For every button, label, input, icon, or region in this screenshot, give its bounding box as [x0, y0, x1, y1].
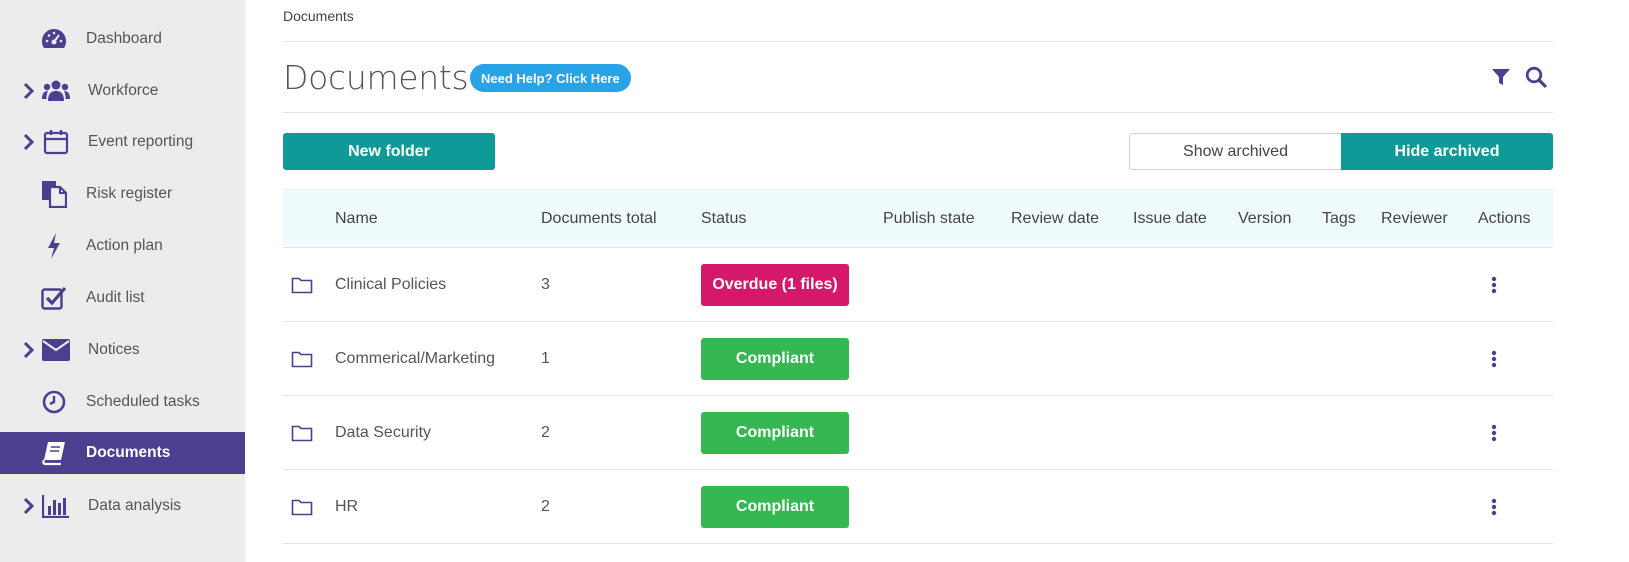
column-header-name[interactable]: Name	[335, 210, 378, 228]
archive-toggle: Show archived Hide archived	[1129, 133, 1553, 170]
chevron-right-icon[interactable]	[22, 82, 36, 100]
chevron-right-icon[interactable]	[22, 497, 36, 515]
column-header-actions: Actions	[1478, 209, 1531, 227]
table-row[interactable]: HR 2 Compliant	[283, 470, 1553, 544]
sidebar-item-label: Risk register	[86, 185, 173, 202]
row-name[interactable]: Data Security	[335, 424, 431, 442]
new-folder-button[interactable]: New folder	[283, 133, 495, 170]
table-row[interactable]: Commerical/Marketing 1 Compliant	[283, 322, 1553, 396]
filter-icon[interactable]	[1491, 67, 1511, 87]
show-archived-button[interactable]: Show archived	[1129, 133, 1341, 170]
book-icon	[40, 439, 68, 467]
sidebar-item-label: Data analysis	[88, 497, 182, 514]
sidebar-item-event-reporting[interactable]: Event reporting	[0, 120, 245, 164]
status-badge: Compliant	[701, 485, 849, 528]
column-header-reviewer[interactable]: Reviewer	[1381, 210, 1448, 228]
lightning-icon	[40, 232, 68, 260]
row-name[interactable]: Commerical/Marketing	[335, 350, 495, 368]
column-header-version[interactable]: Version	[1238, 210, 1291, 228]
users-icon	[42, 77, 70, 105]
clock-icon	[40, 388, 68, 416]
sidebar: Dashboard Workforce Event reporting Risk…	[0, 0, 245, 562]
folder-icon	[291, 276, 313, 294]
row-documents-total: 3	[541, 275, 550, 293]
files-icon	[40, 180, 68, 208]
status-badge: Compliant	[701, 411, 849, 454]
sidebar-item-label: Audit list	[86, 289, 145, 306]
search-icon[interactable]	[1525, 66, 1547, 88]
sidebar-item-label: Documents	[86, 444, 171, 461]
row-documents-total: 1	[541, 349, 550, 367]
sidebar-item-action-plan[interactable]: Action plan	[0, 224, 245, 268]
column-header-status[interactable]: Status	[701, 210, 746, 228]
sidebar-item-dashboard[interactable]: Dashboard	[0, 17, 245, 61]
more-actions-icon[interactable]	[1490, 498, 1498, 516]
documents-table: Name Documents total Status Publish stat…	[283, 189, 1553, 544]
sidebar-item-notices[interactable]: Notices	[0, 328, 245, 372]
sidebar-item-label: Action plan	[86, 237, 163, 254]
column-header-issue-date[interactable]: Issue date	[1133, 210, 1207, 228]
sidebar-item-scheduled-tasks[interactable]: Scheduled tasks	[0, 380, 245, 424]
more-actions-icon[interactable]	[1490, 276, 1498, 294]
more-actions-icon[interactable]	[1490, 350, 1498, 368]
sidebar-item-label: Event reporting	[88, 133, 194, 150]
chevron-right-icon[interactable]	[22, 133, 36, 151]
row-documents-total: 2	[541, 423, 550, 441]
envelope-icon	[42, 336, 70, 364]
sidebar-item-audit-list[interactable]: Audit list	[0, 276, 245, 320]
more-actions-icon[interactable]	[1490, 424, 1498, 442]
sidebar-item-risk-register[interactable]: Risk register	[0, 172, 245, 216]
status-badge: Compliant	[701, 337, 849, 380]
page-title: Documents	[283, 58, 469, 97]
table-row[interactable]: Data Security 2 Compliant	[283, 396, 1553, 470]
folder-icon	[291, 350, 313, 368]
folder-icon	[291, 498, 313, 516]
folder-icon	[291, 424, 313, 442]
chevron-right-icon[interactable]	[22, 341, 36, 359]
divider	[283, 112, 1553, 113]
hide-archived-button[interactable]: Hide archived	[1341, 133, 1553, 170]
help-button[interactable]: Need Help? Click Here	[470, 64, 631, 92]
row-name[interactable]: Clinical Policies	[335, 276, 446, 294]
sidebar-item-workforce[interactable]: Workforce	[0, 69, 245, 113]
divider	[283, 41, 1553, 42]
column-header-review-date[interactable]: Review date	[1011, 210, 1099, 228]
column-header-publish-state[interactable]: Publish state	[883, 210, 975, 228]
table-row[interactable]: Clinical Policies 3 Overdue (1 files)	[283, 248, 1553, 322]
column-header-tags[interactable]: Tags	[1322, 210, 1356, 228]
sidebar-item-documents[interactable]: Documents	[0, 432, 245, 474]
row-documents-total: 2	[541, 497, 550, 515]
status-badge: Overdue (1 files)	[701, 263, 849, 306]
sidebar-item-label: Notices	[88, 341, 140, 358]
table-header: Name Documents total Status Publish stat…	[283, 189, 1553, 248]
breadcrumb[interactable]: Documents	[283, 8, 354, 24]
calendar-icon	[42, 128, 70, 156]
column-header-documents-total[interactable]: Documents total	[541, 210, 657, 228]
checkbox-icon	[40, 284, 68, 312]
sidebar-item-label: Scheduled tasks	[86, 393, 200, 410]
bar-chart-icon	[42, 492, 70, 520]
sidebar-item-label: Workforce	[88, 82, 159, 99]
sidebar-item-label: Dashboard	[86, 30, 162, 47]
sidebar-item-data-analysis[interactable]: Data analysis	[0, 484, 245, 528]
dashboard-gauge-icon	[40, 25, 68, 53]
row-name[interactable]: HR	[335, 498, 358, 516]
